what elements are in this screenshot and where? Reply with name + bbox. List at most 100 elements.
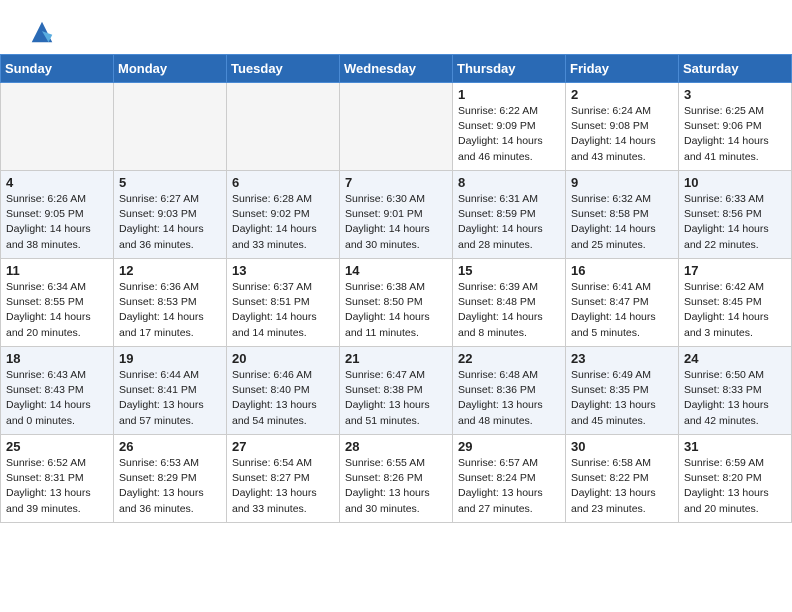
calendar-cell: 22Sunrise: 6:48 AM Sunset: 8:36 PM Dayli…	[453, 347, 566, 435]
calendar-cell: 7Sunrise: 6:30 AM Sunset: 9:01 PM Daylig…	[340, 171, 453, 259]
calendar-cell: 9Sunrise: 6:32 AM Sunset: 8:58 PM Daylig…	[566, 171, 679, 259]
calendar-cell: 14 Sunrise: 6:38 AM Sunset: 8:50 PM Dayli…	[340, 259, 453, 347]
day-info: Sunrise: 6:55 AM Sunset: 8:26 PM Dayligh…	[345, 456, 447, 517]
day-number: 28	[345, 439, 447, 454]
day-info: Sunrise: 6:54 AM Sunset: 8:27 PM Dayligh…	[232, 456, 334, 517]
day-number: 15	[458, 263, 560, 278]
calendar-cell: 28 Sunrise: 6:55 AM Sunset: 8:26 PM Dayli…	[340, 435, 453, 523]
day-info: Sunrise: 6:31 AM Sunset: 8:59 PM Dayligh…	[458, 192, 560, 253]
day-number: 30	[571, 439, 673, 454]
day-number: 19	[119, 351, 221, 366]
day-info: Sunrise: 6:48 AM Sunset: 8:36 PM Dayligh…	[458, 368, 560, 429]
calendar-cell: 20Sunrise: 6:46 AM Sunset: 8:40 PM Dayli…	[227, 347, 340, 435]
day-of-week-header: Thursday	[453, 55, 566, 83]
day-info: Sunrise: 6:47 AM Sunset: 8:38 PM Dayligh…	[345, 368, 447, 429]
calendar-cell: 31 Sunrise: 6:59 AM Sunset: 8:20 PM Dayli…	[679, 435, 792, 523]
day-info: Sunrise: 6:44 AM Sunset: 8:41 PM Dayligh…	[119, 368, 221, 429]
calendar-cell	[1, 83, 114, 171]
day-info: Sunrise: 6:24 AM Sunset: 9:08 PM Dayligh…	[571, 104, 673, 165]
day-info: Sunrise: 6:38 AM Sunset: 8:50 PM Dayligh…	[345, 280, 447, 341]
calendar-cell	[340, 83, 453, 171]
calendar-cell: 6 Sunrise: 6:28 AM Sunset: 9:02 PM Daylig…	[227, 171, 340, 259]
day-number: 1	[458, 87, 560, 102]
calendar-cell: 30 Sunrise: 6:58 AM Sunset: 8:22 PM Dayli…	[566, 435, 679, 523]
day-number: 26	[119, 439, 221, 454]
day-number: 23	[571, 351, 673, 366]
day-info: Sunrise: 6:41 AM Sunset: 8:47 PM Dayligh…	[571, 280, 673, 341]
day-number: 31	[684, 439, 786, 454]
day-info: Sunrise: 6:37 AM Sunset: 8:51 PM Dayligh…	[232, 280, 334, 341]
calendar-cell: 26 Sunrise: 6:53 AM Sunset: 8:29 PM Dayli…	[114, 435, 227, 523]
day-number: 20	[232, 351, 334, 366]
day-info: Sunrise: 6:25 AM Sunset: 9:06 PM Dayligh…	[684, 104, 786, 165]
day-number: 29	[458, 439, 560, 454]
calendar-cell: 19 Sunrise: 6:44 AM Sunset: 8:41 PM Dayli…	[114, 347, 227, 435]
day-info: Sunrise: 6:36 AM Sunset: 8:53 PM Dayligh…	[119, 280, 221, 341]
calendar-cell	[114, 83, 227, 171]
day-number: 3	[684, 87, 786, 102]
calendar-week-row: 11 Sunrise: 6:34 AM Sunset: 8:55 PM Dayli…	[1, 259, 792, 347]
day-info: Sunrise: 6:49 AM Sunset: 8:35 PM Dayligh…	[571, 368, 673, 429]
calendar-cell	[227, 83, 340, 171]
day-of-week-header: Saturday	[679, 55, 792, 83]
calendar-week-row: 1 Sunrise: 6:22 AM Sunset: 9:09 PM Daylig…	[1, 83, 792, 171]
calendar-cell: 27 Sunrise: 6:54 AM Sunset: 8:27 PM Dayli…	[227, 435, 340, 523]
day-info: Sunrise: 6:59 AM Sunset: 8:20 PM Dayligh…	[684, 456, 786, 517]
day-number: 14	[345, 263, 447, 278]
day-info: Sunrise: 6:58 AM Sunset: 8:22 PM Dayligh…	[571, 456, 673, 517]
day-number: 4	[6, 175, 108, 190]
day-info: Sunrise: 6:50 AM Sunset: 8:33 PM Dayligh…	[684, 368, 786, 429]
day-number: 24	[684, 351, 786, 366]
day-info: Sunrise: 6:33 AM Sunset: 8:56 PM Dayligh…	[684, 192, 786, 253]
calendar-week-row: 25 Sunrise: 6:52 AM Sunset: 8:31 PM Dayli…	[1, 435, 792, 523]
day-of-week-header: Wednesday	[340, 55, 453, 83]
day-number: 5	[119, 175, 221, 190]
day-number: 11	[6, 263, 108, 278]
page-header	[0, 0, 792, 54]
calendar-cell: 12 Sunrise: 6:36 AM Sunset: 8:53 PM Dayli…	[114, 259, 227, 347]
day-info: Sunrise: 6:52 AM Sunset: 8:31 PM Dayligh…	[6, 456, 108, 517]
day-info: Sunrise: 6:28 AM Sunset: 9:02 PM Dayligh…	[232, 192, 334, 253]
day-info: Sunrise: 6:57 AM Sunset: 8:24 PM Dayligh…	[458, 456, 560, 517]
calendar-cell: 10 Sunrise: 6:33 AM Sunset: 8:56 PM Dayli…	[679, 171, 792, 259]
calendar-cell: 2 Sunrise: 6:24 AM Sunset: 9:08 PM Daylig…	[566, 83, 679, 171]
day-info: Sunrise: 6:27 AM Sunset: 9:03 PM Dayligh…	[119, 192, 221, 253]
day-number: 27	[232, 439, 334, 454]
day-number: 18	[6, 351, 108, 366]
day-number: 6	[232, 175, 334, 190]
logo	[24, 18, 56, 46]
day-of-week-header: Monday	[114, 55, 227, 83]
calendar-cell: 17Sunrise: 6:42 AM Sunset: 8:45 PM Dayli…	[679, 259, 792, 347]
day-of-week-header: Tuesday	[227, 55, 340, 83]
day-number: 16	[571, 263, 673, 278]
day-info: Sunrise: 6:43 AM Sunset: 8:43 PM Dayligh…	[6, 368, 108, 429]
day-number: 25	[6, 439, 108, 454]
calendar-cell: 3 Sunrise: 6:25 AM Sunset: 9:06 PM Daylig…	[679, 83, 792, 171]
day-number: 21	[345, 351, 447, 366]
calendar-cell: 23 Sunrise: 6:49 AM Sunset: 8:35 PM Dayli…	[566, 347, 679, 435]
day-number: 7	[345, 175, 447, 190]
day-info: Sunrise: 6:53 AM Sunset: 8:29 PM Dayligh…	[119, 456, 221, 517]
day-info: Sunrise: 6:39 AM Sunset: 8:48 PM Dayligh…	[458, 280, 560, 341]
calendar-cell: 21 Sunrise: 6:47 AM Sunset: 8:38 PM Dayli…	[340, 347, 453, 435]
calendar-week-row: 18 Sunrise: 6:43 AM Sunset: 8:43 PM Dayli…	[1, 347, 792, 435]
calendar-cell: 8 Sunrise: 6:31 AM Sunset: 8:59 PM Daylig…	[453, 171, 566, 259]
day-info: Sunrise: 6:22 AM Sunset: 9:09 PM Dayligh…	[458, 104, 560, 165]
day-number: 9	[571, 175, 673, 190]
calendar-week-row: 4Sunrise: 6:26 AM Sunset: 9:05 PM Daylig…	[1, 171, 792, 259]
calendar-cell: 25 Sunrise: 6:52 AM Sunset: 8:31 PM Dayli…	[1, 435, 114, 523]
day-number: 12	[119, 263, 221, 278]
day-number: 2	[571, 87, 673, 102]
day-info: Sunrise: 6:34 AM Sunset: 8:55 PM Dayligh…	[6, 280, 108, 341]
calendar-cell: 29 Sunrise: 6:57 AM Sunset: 8:24 PM Dayli…	[453, 435, 566, 523]
calendar-cell: 18 Sunrise: 6:43 AM Sunset: 8:43 PM Dayli…	[1, 347, 114, 435]
day-number: 10	[684, 175, 786, 190]
calendar-cell: 16 Sunrise: 6:41 AM Sunset: 8:47 PM Dayli…	[566, 259, 679, 347]
calendar-cell: 1 Sunrise: 6:22 AM Sunset: 9:09 PM Daylig…	[453, 83, 566, 171]
calendar-header-row: SundayMondayTuesdayWednesdayThursdayFrid…	[1, 55, 792, 83]
calendar-table: SundayMondayTuesdayWednesdayThursdayFrid…	[0, 54, 792, 523]
day-number: 8	[458, 175, 560, 190]
logo-icon	[28, 18, 56, 46]
day-of-week-header: Friday	[566, 55, 679, 83]
calendar-cell: 11 Sunrise: 6:34 AM Sunset: 8:55 PM Dayli…	[1, 259, 114, 347]
